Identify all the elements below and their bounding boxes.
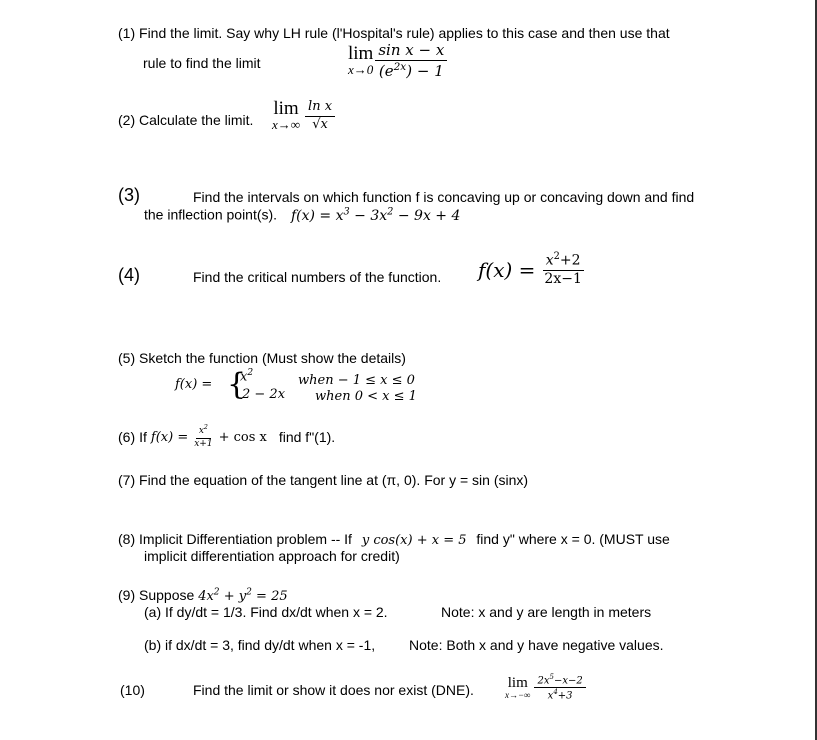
problem-7-number: (7) <box>118 472 136 488</box>
problem-9-line1: (9) Suppose 4x2 + y2 = 25 <box>118 587 288 604</box>
f-b: + y <box>219 589 247 604</box>
piecewise-lhs: f(x) = <box>175 377 213 392</box>
numerator: x2 <box>195 424 211 439</box>
problem-9-note-a: Note: x and y are length in meters <box>441 604 652 620</box>
problem-10-formula: lim x→−∞ 2x5−x−2 x4+3 <box>505 673 586 702</box>
problem-2-formula: lim x→∞ ln x √x <box>272 98 336 132</box>
problem-1-formula: lim x→0 sin x − x (e2x) − 1 <box>348 42 448 80</box>
piecewise-case2-condition: when 0 < x ≤ 1 <box>315 389 417 404</box>
problem-9-label: Suppose <box>139 587 195 603</box>
num-rest: +2 <box>559 252 581 269</box>
den-rest: ) − 1 <box>406 61 444 80</box>
fraction: 2x5−x−2 x4+3 <box>534 673 586 702</box>
problem-6-number: (6) <box>118 429 136 446</box>
limit-operator: lim x→0 <box>348 42 374 77</box>
lim-subscript: x→0 <box>348 61 374 77</box>
problem-8-line1: (8) Implicit Differentiation problem -- … <box>118 531 670 548</box>
num-base: x <box>545 252 554 269</box>
problem-8-text-a: Implicit Differentiation problem -- If <box>139 531 352 547</box>
den-exp: 2x <box>393 60 407 73</box>
fraction: x2+2 2x−1 <box>541 251 584 288</box>
limit-operator: lim x→∞ <box>272 98 301 132</box>
numerator: sin x − x <box>375 42 448 61</box>
f-suffix: − 9x + 4 <box>393 207 461 224</box>
problem-1-line1: (1) Find the limit. Say why LH rule (l'H… <box>118 25 670 41</box>
problem-6-if: If <box>139 429 147 446</box>
numerator: 2x5−x−2 <box>534 673 586 689</box>
denominator: 2x−1 <box>544 271 582 288</box>
problem-3-number: (3) <box>118 185 140 205</box>
formula-lhs: f(x) = <box>478 257 536 282</box>
problem-7-text: Find the equation of the tangent line at… <box>139 472 529 488</box>
problem-9-formula: 4x2 + y2 = 25 <box>198 588 288 604</box>
problem-9-part-a: (a) If dy/dt = 1/3. Find dx/dt when x = … <box>144 604 388 620</box>
problem-3-line1: Find the intervals on which function f i… <box>193 189 695 205</box>
problem-2-label: Calculate the limit. <box>139 112 254 128</box>
problem-2-text: (2) Calculate the limit. <box>118 112 253 128</box>
lim-label: lim <box>348 42 374 64</box>
fraction: ln x √x <box>305 99 336 132</box>
problem-6: (6) If f(x) = x2 x+1 + cos x find f"(1). <box>118 424 336 450</box>
problem-9-note-b: Note: Both x and y have negative values. <box>409 637 664 653</box>
f-prefix: f(x) = x <box>290 207 344 224</box>
problem-1-line2: rule to find the limit <box>143 55 261 71</box>
piecewise-case1-condition: when − 1 ≤ x ≤ 0 <box>298 373 415 388</box>
problem-1-text: Find the limit. Say why LH rule (l'Hospi… <box>139 25 670 41</box>
problem-8-formula: y cos(x) + x = 5 <box>361 533 467 548</box>
problem-10-number: (10) <box>120 682 145 698</box>
problem-1-number: (1) <box>118 25 136 41</box>
formula-rest: + cos x <box>218 429 267 445</box>
den-b: +3 <box>557 690 573 702</box>
denominator: √x <box>312 116 328 132</box>
problem-7: (7) Find the equation of the tangent lin… <box>118 472 528 488</box>
lim-subscript: x→−∞ <box>505 689 531 700</box>
f-a: 4x <box>198 589 214 604</box>
problem-2-number: (2) <box>118 112 136 128</box>
formula-lhs: f(x) = <box>150 429 189 445</box>
problem-5-number: (5) <box>118 350 136 366</box>
problem-5-text: (5) Sketch the function (Must show the d… <box>118 350 406 366</box>
problem-4-formula: f(x) = x2+2 2x−1 <box>478 251 585 288</box>
piecewise-case2-expr: 2 − 2x <box>242 387 286 402</box>
problem-3-label: the inflection point(s). <box>144 206 278 223</box>
problem-4-text: Find the critical numbers of the functio… <box>193 269 442 285</box>
den-base: (e <box>378 61 394 80</box>
problem-10-text: Find the limit or show it does nor exist… <box>193 682 474 698</box>
problem-4-number: (4) <box>118 265 140 285</box>
numerator: x2+2 <box>542 251 584 272</box>
problem-8-line2: implicit differentiation approach for cr… <box>144 548 400 564</box>
problem-6-find: find f"(1). <box>278 429 336 446</box>
f-mid: − 3x <box>349 207 388 224</box>
problem-9-number: (9) <box>118 587 136 603</box>
lim-label: lim <box>507 674 528 691</box>
num-a: 2x <box>537 675 550 687</box>
lim-subscript: x→∞ <box>272 117 301 132</box>
piecewise-case1-expr: x2 <box>240 368 253 384</box>
num-exp: 2 <box>203 424 208 431</box>
f-c: = 25 <box>251 589 288 604</box>
limit-operator: lim x→−∞ <box>505 674 531 700</box>
problem-8-number: (8) <box>118 531 136 547</box>
problem-3-formula: f(x) = x3 − 3x2 − 9x + 4 <box>290 206 461 224</box>
fraction: sin x − x (e2x) − 1 <box>375 42 448 80</box>
denominator: x+1 <box>194 438 213 449</box>
fraction: x2 x+1 <box>191 424 215 450</box>
lim-label: lim <box>273 98 299 119</box>
problem-8-text-b: find y" where x = 0. (MUST use <box>476 531 670 547</box>
denominator: x4+3 <box>545 688 576 701</box>
case1-exp: 2 <box>247 368 254 378</box>
problem-3-line2: the inflection point(s). f(x) = x3 − 3x2… <box>144 206 460 224</box>
problem-5-label: Sketch the function (Must show the detai… <box>139 350 406 366</box>
problem-9-part-b: (b) if dx/dt = 3, find dy/dt when x = -1… <box>144 637 376 653</box>
denominator: (e2x) − 1 <box>376 61 447 80</box>
numerator: ln x <box>305 99 336 117</box>
num-b: −x−2 <box>553 675 583 687</box>
